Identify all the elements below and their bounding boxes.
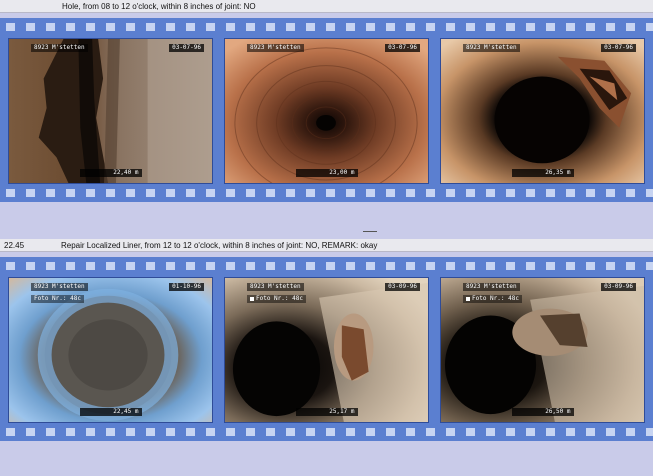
inspection-photo[interactable]: 8923 M'stetten 03-07-96 22,40 m <box>8 38 213 184</box>
osd-photo-number: Foto Nr.: 48c <box>463 295 522 303</box>
osd-date: 03-09-96 <box>385 283 420 291</box>
osd-position: 22,40 m <box>79 169 142 177</box>
inspection-photo[interactable]: 8923 M'stetten 03-07-96 23,00 m <box>224 38 429 184</box>
osd-photo-number: Foto Nr.: 48c <box>247 295 306 303</box>
osd-position: 26,50 m <box>511 408 574 416</box>
osd-position: 25,17 m <box>295 408 358 416</box>
film-perforation-bottom <box>0 425 653 439</box>
osd-date: 03-07-96 <box>169 44 204 52</box>
osd-date: 03-09-96 <box>601 283 636 291</box>
observation-distance: 22.45 <box>4 241 25 250</box>
inspection-photo[interactable]: 8923 M'stetten 01-10-96 Foto Nr.: 48c 22… <box>8 277 213 423</box>
osd-position: 26,35 m <box>511 169 574 177</box>
osd-location: 8923 M'stetten <box>463 44 520 52</box>
osd-location: 8923 M'stetten <box>463 283 520 291</box>
inspection-photo[interactable]: 8923 M'stetten 03-09-96 Foto Nr.: 48c 26… <box>440 277 645 423</box>
osd-date: 01-10-96 <box>169 283 204 291</box>
osd-location: 8923 M'stetten <box>247 44 304 52</box>
osd-date: 03-07-96 <box>385 44 420 52</box>
inspection-photo[interactable]: 8923 M'stetten 03-07-96 26,35 m <box>440 38 645 184</box>
observation-description: Repair Localized Liner, from 12 to 12 o'… <box>61 241 378 250</box>
osd-position: 23,00 m <box>295 169 358 177</box>
osd-date: 03-07-96 <box>601 44 636 52</box>
observation-header-2: 22.45 Repair Localized Liner, from 12 to… <box>0 239 653 252</box>
osd-position: 22,45 m <box>79 408 142 416</box>
inspection-photo[interactable]: 8923 M'stetten 03-09-96 Foto Nr.: 48c 25… <box>224 277 429 423</box>
divider <box>363 231 377 232</box>
film-perforation-top <box>0 20 653 34</box>
film-strip-1: 8923 M'stetten 03-07-96 22,40 m 8923 M's… <box>0 18 653 202</box>
osd-location: 8923 M'stetten <box>31 283 88 291</box>
observation-description: Hole, from 08 to 12 o'clock, within 8 in… <box>62 2 256 11</box>
inspection-report-page: Hole, from 08 to 12 o'clock, within 8 in… <box>0 0 653 476</box>
osd-photo-number: Foto Nr.: 48c <box>31 295 84 303</box>
osd-location: 8923 M'stetten <box>31 44 88 52</box>
observation-header-1: Hole, from 08 to 12 o'clock, within 8 in… <box>0 0 653 13</box>
photo-marker-icon <box>466 296 470 301</box>
film-perforation-bottom <box>0 186 653 200</box>
osd-location: 8923 M'stetten <box>247 283 304 291</box>
film-perforation-top <box>0 259 653 273</box>
film-strip-2: 8923 M'stetten 01-10-96 Foto Nr.: 48c 22… <box>0 257 653 441</box>
photo-marker-icon <box>250 296 254 301</box>
